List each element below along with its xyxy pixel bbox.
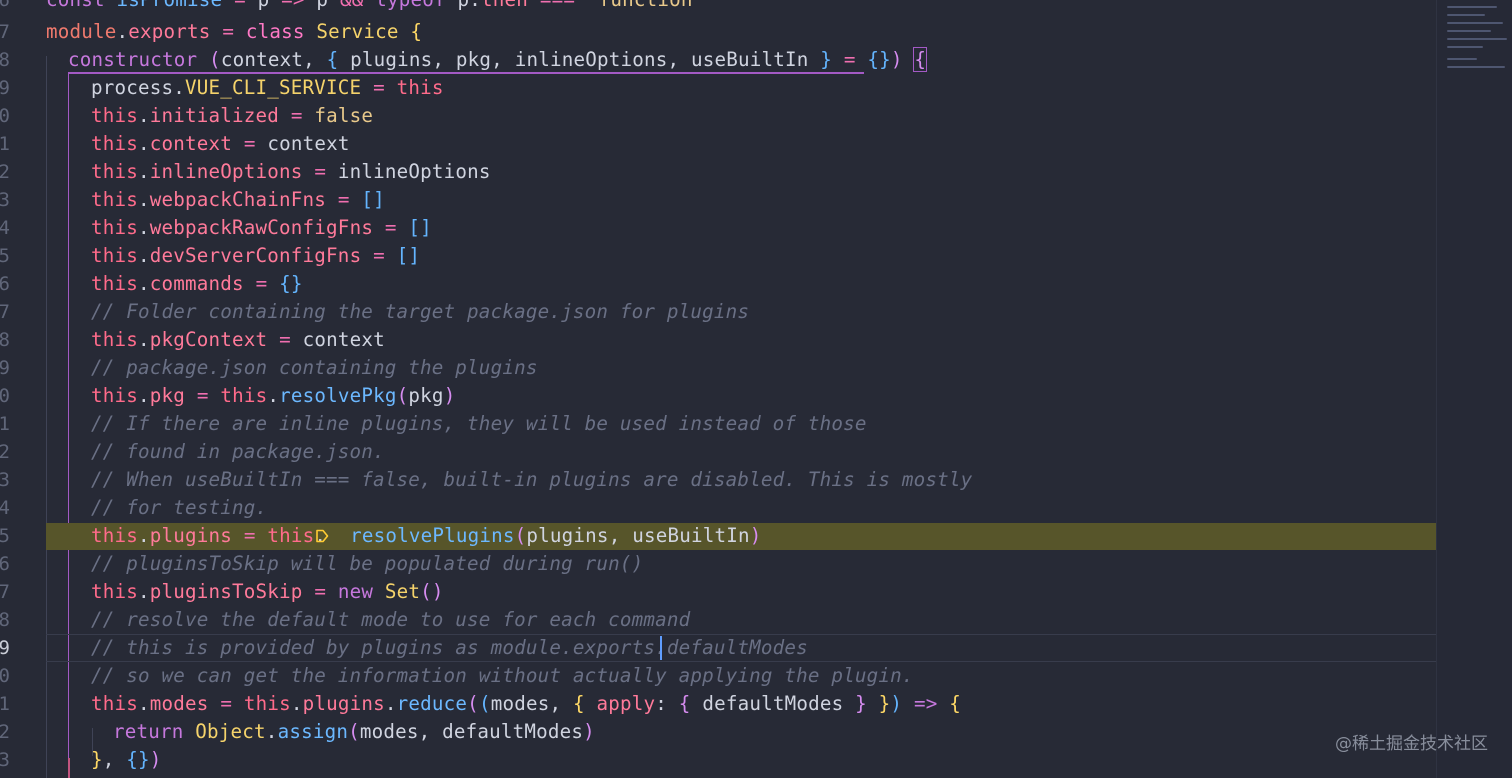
line-number: 3 [0,469,10,491]
code-line[interactable]: 3 this.webpackChainFns = [] [0,186,1436,214]
line-number: 0 [0,385,10,407]
line-number: 2 [0,721,10,743]
line-number: 4 [0,217,10,239]
minimap[interactable] [1436,0,1512,778]
code-line[interactable]: 1 this.modes = this.plugins.reduce((mode… [0,690,1436,718]
code-comment-tail: aultModes [702,636,808,659]
minimap-line [1447,46,1483,48]
code-line[interactable]: 7 // Folder containing the target packag… [0,298,1436,326]
line-number: 0 [0,665,10,687]
minimap-line [1447,14,1485,16]
minimap-line [1447,22,1503,24]
code-line[interactable]: 4 // for testing. [0,494,1436,522]
code-line[interactable]: 9 // package.json containing the plugins [0,354,1436,382]
code-comment: // package.json containing the plugins [91,356,538,379]
minimap-line [1447,66,1505,68]
line-number: 1 [0,693,10,715]
watermark: @稀土掘金技术社区 [1335,734,1488,754]
minimap-line [1447,30,1491,32]
minimap-line [1447,6,1497,8]
line-number: 6 [0,0,10,11]
code-line[interactable]: 7 this.pluginsToSkip = new Set() [0,578,1436,606]
line-number: 2 [0,441,10,463]
code-line[interactable]: 2 // found in package.json. [0,438,1436,466]
code-comment: // for testing. [91,496,268,519]
code-line[interactable]: 6 this.commands = {} [0,270,1436,298]
line-number: 6 [0,553,10,575]
code-comment: // Folder containing the target package.… [91,300,750,323]
minimap-line [1447,38,1507,40]
code-line[interactable]: 7 module.exports = class Service { [0,18,1436,46]
line-number: 1 [0,133,10,155]
line-number: 9 [0,357,10,379]
line-number: 9 [0,77,10,99]
code-line[interactable]: 1 // If there are inline plugins, they w… [0,410,1436,438]
line-number: 3 [0,749,10,771]
line-number: 5 [0,525,10,547]
code-line[interactable]: 3 // When useBuiltIn === false, built-in… [0,466,1436,494]
code-comment: // this is provided by plugins as module… [91,636,703,659]
code-line[interactable]: 2 this.inlineOptions = inlineOptions [0,158,1436,186]
code-line[interactable]: 5 this.plugins = this. resolvePlugins(plu… [0,522,1436,550]
line-number-active: 9 [0,637,10,659]
line-number: 7 [0,21,10,43]
line-number: 7 [0,581,10,603]
line-number: 8 [0,609,10,631]
line-number: 4 [0,497,10,519]
code-comment: // If there are inline plugins, they wil… [91,412,867,435]
code-editor[interactable]: 6 const isPromise = p => p && typeof p.t… [0,0,1436,778]
code-comment: // so we can get the information without… [91,664,914,687]
line-number: 3 [0,189,10,211]
line-number: 7 [0,301,10,323]
code-line[interactable]: 5 this.devServerConfigFns = [] [0,242,1436,270]
code-line[interactable]: 0 this.initialized = false [0,102,1436,130]
code-line[interactable]: 6 const isPromise = p => p && typeof p.t… [0,0,1436,14]
line-number: 6 [0,273,10,295]
code-line[interactable]: 4 this.webpackRawConfigFns = [] [0,214,1436,242]
line-number: 8 [0,329,10,351]
line-number: 0 [0,105,10,127]
line-number: 5 [0,245,10,267]
code-comment: // resolve the default mode to use for e… [91,608,691,631]
minimap-line [1447,58,1477,60]
line-number: 2 [0,161,10,183]
code-line[interactable]: 3 }, {}) [0,746,1436,774]
line-number: 8 [0,49,10,71]
code-line[interactable]: 0 // so we can get the information witho… [0,662,1436,690]
code-comment: // When useBuiltIn === false, built-in p… [91,468,973,491]
debug-stackframe-icon[interactable] [315,529,329,543]
code-line[interactable]: 2 return Object.assign(modes, defaultMod… [0,718,1436,746]
code-line[interactable]: 0 this.pkg = this.resolvePkg(pkg) [0,382,1436,410]
code-line[interactable]: 9 process.VUE_CLI_SERVICE = this [0,74,1436,102]
code-line[interactable]: 9 // this is provided by plugins as modu… [0,634,1436,662]
code-line[interactable]: 6 // pluginsToSkip will be populated dur… [0,550,1436,578]
line-number: 1 [0,413,10,435]
code-line[interactable]: 8 constructor (context, { plugins, pkg, … [0,46,1436,74]
code-comment: // found in package.json. [91,440,385,463]
code-comment: // pluginsToSkip will be populated durin… [91,552,644,575]
code-line[interactable]: 8 // resolve the default mode to use for… [0,606,1436,634]
text-cursor [660,636,662,660]
code-line[interactable]: 1 this.context = context [0,130,1436,158]
code-line[interactable]: 8 this.pkgContext = context [0,326,1436,354]
